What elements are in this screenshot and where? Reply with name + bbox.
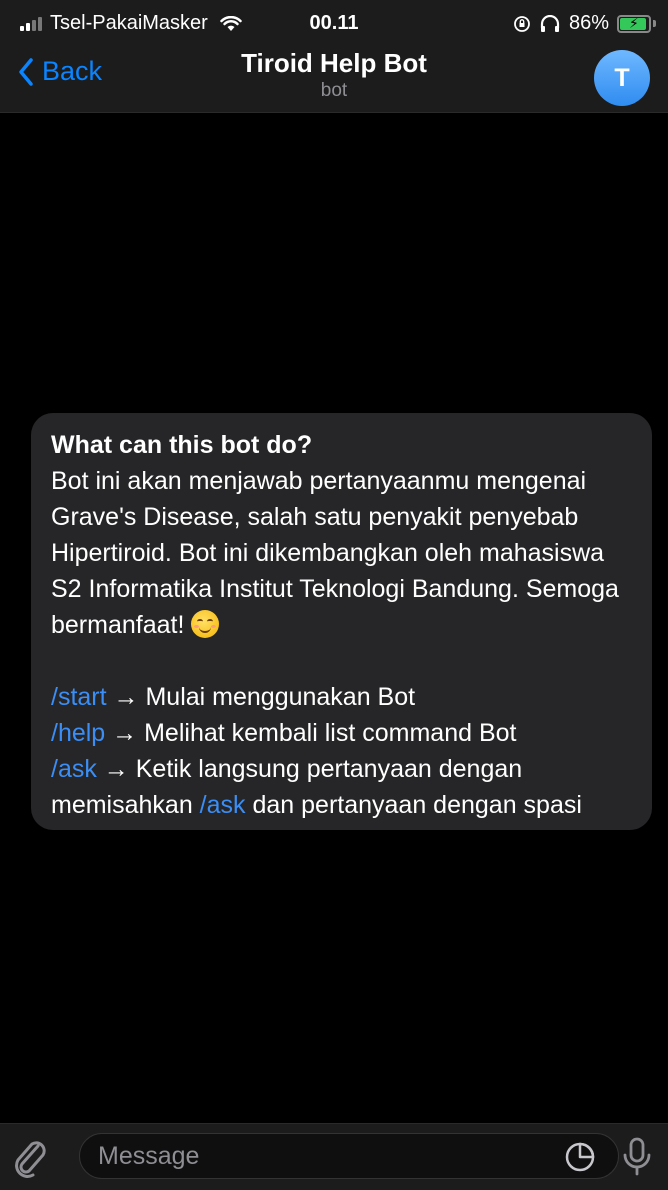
description-text: Bot ini akan menjawab pertanyaanmu menge… bbox=[51, 467, 619, 639]
command-ask-inline-link[interactable]: /ask bbox=[200, 791, 246, 819]
chat-title: Tiroid Help Bot bbox=[241, 48, 427, 78]
command-start-link[interactable]: /start bbox=[51, 683, 107, 711]
command-start-line: /start → Mulai menggunakan Bot bbox=[51, 679, 632, 715]
message-input[interactable] bbox=[79, 1133, 619, 1179]
status-bar: Tsel-PakaiMasker 00.11 86% ⚡ bbox=[0, 0, 668, 44]
avatar[interactable]: T bbox=[594, 50, 650, 106]
sticker-icon[interactable] bbox=[564, 1141, 596, 1173]
headphones-icon bbox=[540, 14, 560, 32]
chat-screen: Tsel-PakaiMasker 00.11 86% ⚡ Back Tiroid… bbox=[0, 0, 668, 1190]
command-start-text: → Mulai menggunakan Bot bbox=[106, 683, 416, 711]
battery-tip bbox=[653, 20, 656, 27]
command-help-link[interactable]: /help bbox=[51, 719, 105, 747]
command-ask-line: /ask → Ketik langsung pertanyaan dengan … bbox=[51, 751, 632, 823]
bot-info-description: Bot ini akan menjawab pertanyaanmu menge… bbox=[51, 463, 632, 643]
command-ask-link[interactable]: /ask bbox=[51, 755, 97, 783]
command-ask-text-after: dan pertanyaan dengan spasi bbox=[245, 791, 582, 819]
command-help-text: → Melihat kembali list command Bot bbox=[105, 719, 517, 747]
smiling-face-emoji-icon bbox=[191, 610, 220, 638]
nav-bar: Back Tiroid Help Bot bot T bbox=[0, 44, 668, 113]
avatar-initial: T bbox=[614, 63, 630, 92]
bot-info-bubble: What can this bot do? Bot ini akan menja… bbox=[31, 413, 652, 830]
battery-icon: ⚡ bbox=[617, 14, 651, 33]
battery-percent: 86% bbox=[568, 12, 609, 34]
bot-info-heading: What can this bot do? bbox=[51, 431, 313, 459]
paperclip-icon[interactable] bbox=[10, 1136, 50, 1178]
command-help-line: /help → Melihat kembali list command Bot bbox=[51, 715, 632, 751]
composer-bar bbox=[0, 1123, 668, 1190]
orientation-lock-icon bbox=[514, 15, 530, 32]
status-right: 86% ⚡ bbox=[513, 12, 656, 35]
microphone-icon[interactable] bbox=[622, 1136, 652, 1178]
chat-subtitle: bot bbox=[320, 80, 348, 101]
